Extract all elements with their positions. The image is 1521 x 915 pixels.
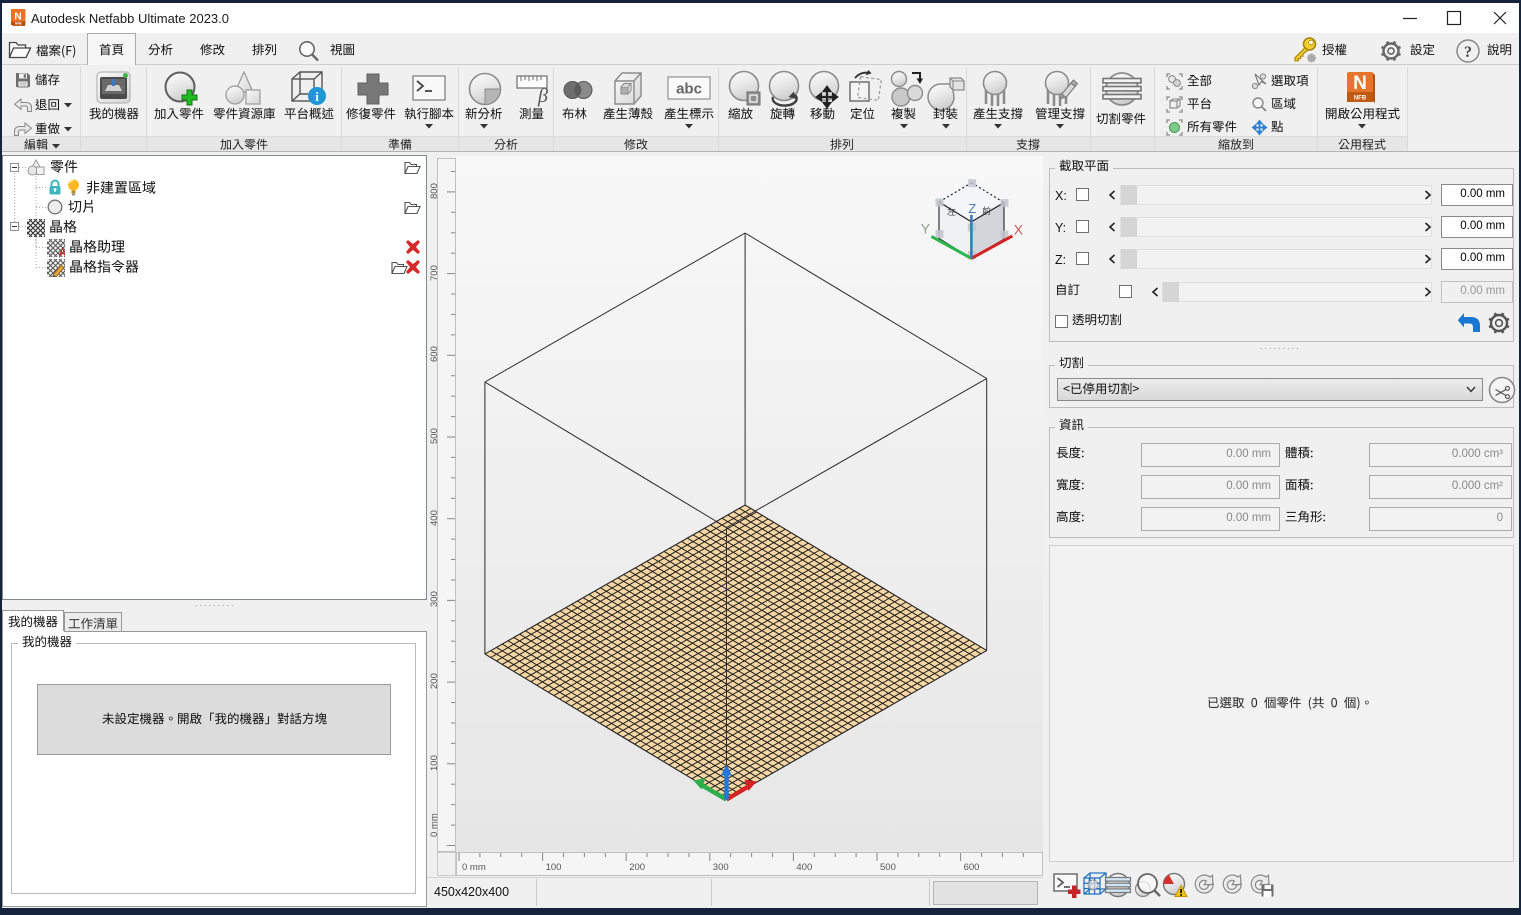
svg-text:Z: Z bbox=[968, 201, 976, 216]
svg-text:X: X bbox=[1014, 221, 1024, 237]
svg-text:Y: Y bbox=[921, 220, 931, 236]
